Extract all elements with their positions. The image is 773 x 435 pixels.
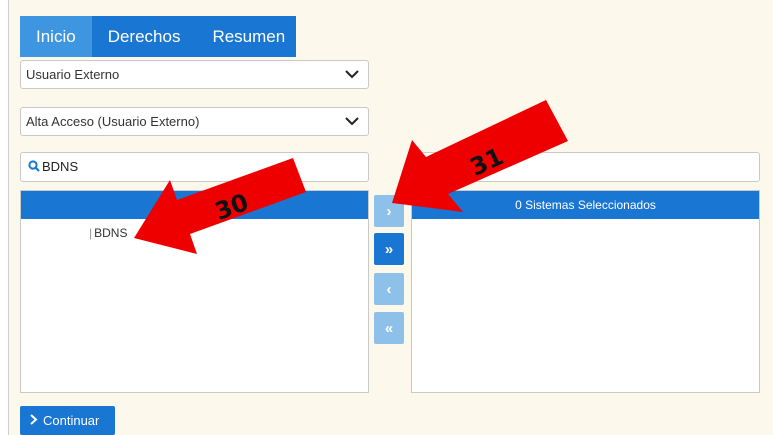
search-icon xyxy=(28,154,40,182)
continue-button-label: Continuar xyxy=(43,413,100,428)
add-all-button[interactable]: » xyxy=(374,233,404,265)
selected-systems-header: 0 Sistemas Seleccionados xyxy=(412,191,759,219)
double-chevron-right-icon: » xyxy=(384,240,394,258)
remove-one-button[interactable]: ‹ xyxy=(374,273,404,305)
user-type-select[interactable]: Usuario Externo xyxy=(20,60,369,89)
chevron-right-icon xyxy=(29,413,38,428)
add-one-button[interactable]: › xyxy=(374,195,404,227)
list-item-label: BDNS xyxy=(94,226,128,240)
selected-systems-list: 0 Sistemas Seleccionados xyxy=(411,190,760,393)
user-type-select-value: Usuario Externo xyxy=(26,67,120,82)
double-chevron-left-icon: « xyxy=(384,319,394,337)
selected-search-input[interactable] xyxy=(411,152,760,182)
available-systems-list: 1612 S | BDNS xyxy=(20,190,369,393)
available-search-input[interactable]: BDNS xyxy=(20,152,369,182)
chevron-down-icon xyxy=(344,108,360,135)
tab-derechos[interactable]: Derechos xyxy=(92,16,197,57)
available-search-value: BDNS xyxy=(42,159,79,174)
continue-button[interactable]: Continuar xyxy=(20,406,115,435)
access-type-select-value: Alta Acceso (Usuario Externo) xyxy=(26,114,200,129)
list-item[interactable]: | BDNS xyxy=(21,226,368,240)
chevron-down-icon xyxy=(344,61,360,88)
access-type-select[interactable]: Alta Acceso (Usuario Externo) xyxy=(20,107,369,136)
tab-resumen[interactable]: Resumen xyxy=(196,16,301,57)
tab-bar: Inicio Derechos Resumen xyxy=(20,16,296,57)
available-systems-header: 1612 S xyxy=(21,191,368,219)
chevron-right-icon: › xyxy=(386,202,392,220)
remove-all-button[interactable]: « xyxy=(374,312,404,344)
chevron-left-icon: ‹ xyxy=(386,280,392,298)
tab-inicio[interactable]: Inicio xyxy=(20,16,92,57)
